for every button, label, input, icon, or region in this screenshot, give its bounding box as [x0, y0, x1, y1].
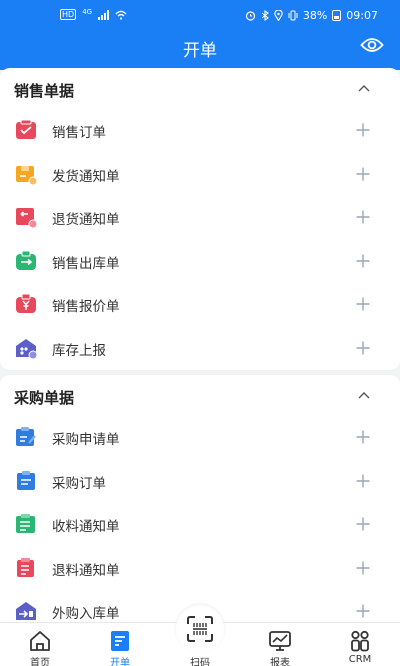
bluetooth-icon	[261, 10, 269, 21]
tab-create-order[interactable]: 开单	[88, 623, 152, 666]
plus-icon[interactable]	[356, 210, 370, 224]
section-title: 采购单据	[14, 389, 75, 407]
sales-order-icon	[16, 119, 36, 139]
scan-icon	[187, 616, 213, 642]
network-label: HD	[60, 9, 77, 20]
list-item-inventory-report[interactable]: 库存上报	[0, 326, 400, 370]
signal-badge: 4G	[82, 7, 93, 16]
list-item-label: 退料通知单	[52, 562, 120, 579]
sales-outbound-icon	[16, 250, 36, 270]
list-item-label: 采购订单	[52, 475, 106, 492]
list-item-label: 发货通知单	[52, 168, 120, 185]
inventory-report-icon	[16, 338, 38, 360]
section-title: 销售单据	[14, 82, 75, 100]
chevron-up-icon[interactable]	[358, 391, 370, 399]
list-item-material-return[interactable]: 退料通知单	[0, 546, 400, 590]
scan-button[interactable]	[176, 605, 224, 653]
eye-icon[interactable]	[360, 37, 384, 53]
plus-icon[interactable]	[356, 517, 370, 531]
purchase-documents-section: 采购单据 采购申请单采购订单收料通知单退料通知单外购入库单	[0, 375, 400, 625]
tab-label: CRM	[348, 654, 372, 665]
list-item-purchase-order[interactable]: 采购订单	[0, 459, 400, 503]
tab-label: 扫码	[190, 658, 210, 666]
list-item-delivery-notice[interactable]: 发货通知单	[0, 152, 400, 196]
plus-icon[interactable]	[356, 167, 370, 181]
document-edit-icon	[111, 631, 129, 651]
vibrate-icon	[288, 10, 298, 21]
list-item-return-notice[interactable]: 退货通知单	[0, 195, 400, 239]
plus-icon[interactable]	[356, 123, 370, 137]
status-bar: HD 4G 38% 09:07	[0, 0, 400, 30]
list-item-sales-outbound[interactable]: 销售出库单	[0, 239, 400, 283]
purchase-inbound-icon	[16, 602, 36, 621]
return-notice-icon	[16, 208, 38, 229]
material-return-icon	[17, 557, 34, 577]
plus-icon[interactable]	[356, 254, 370, 268]
battery-percent: 38%	[302, 9, 328, 22]
list-item-label: 退货通知单	[52, 212, 120, 229]
sales-quote-icon	[16, 293, 36, 314]
plus-icon[interactable]	[356, 430, 370, 444]
battery-icon	[332, 10, 342, 21]
list-item-label: 收料通知单	[52, 519, 120, 536]
report-chart-icon	[269, 631, 291, 651]
list-item-label: 采购申请单	[52, 432, 120, 448]
status-time: 09:07	[346, 9, 378, 22]
alarm-icon	[245, 11, 255, 21]
crm-icon	[351, 630, 369, 652]
plus-icon[interactable]	[356, 561, 370, 575]
list-item-purchase-request[interactable]: 采购申请单	[0, 415, 400, 459]
plus-icon[interactable]	[356, 297, 370, 311]
page-title: 开单	[183, 41, 217, 61]
list-item-sales-order[interactable]: 销售订单	[0, 108, 400, 152]
app-header: HD 4G 38% 09:07 开单	[0, 0, 400, 70]
plus-icon[interactable]	[356, 604, 370, 618]
tab-crm[interactable]: CRM	[328, 623, 392, 666]
list-item-sales-quote[interactable]: 销售报价单	[0, 282, 400, 326]
section-header-purchase[interactable]: 采购单据	[0, 375, 400, 415]
receiving-notice-icon	[16, 514, 35, 534]
list-item-label: 销售报价单	[52, 299, 120, 316]
section-header-sales[interactable]: 销售单据	[0, 68, 400, 108]
list-item-label: 销售出库单	[52, 255, 120, 272]
purchase-order-icon	[17, 470, 35, 490]
plus-icon[interactable]	[356, 474, 370, 488]
chevron-up-icon[interactable]	[358, 84, 370, 92]
home-icon	[30, 631, 50, 651]
tab-label: 首页	[30, 658, 50, 666]
tab-label: 开单	[110, 658, 130, 666]
list-item-label: 库存上报	[52, 342, 106, 359]
delivery-notice-icon	[16, 165, 38, 186]
list-item-label: 外购入库单	[52, 606, 120, 623]
signal-icon	[98, 9, 110, 20]
purchase-request-icon	[16, 427, 36, 446]
tab-home[interactable]: 首页	[8, 623, 72, 666]
list-item-receiving-notice[interactable]: 收料通知单	[0, 502, 400, 546]
plus-icon[interactable]	[356, 341, 370, 355]
tab-reports[interactable]: 报表	[248, 623, 312, 666]
wifi-icon	[115, 10, 127, 20]
location-icon	[274, 10, 283, 21]
list-item-label: 销售订单	[52, 125, 106, 141]
tab-label: 报表	[270, 658, 290, 666]
sales-documents-section: 销售单据 销售订单发货通知单退货通知单销售出库单销售报价单库存上报	[0, 68, 400, 370]
